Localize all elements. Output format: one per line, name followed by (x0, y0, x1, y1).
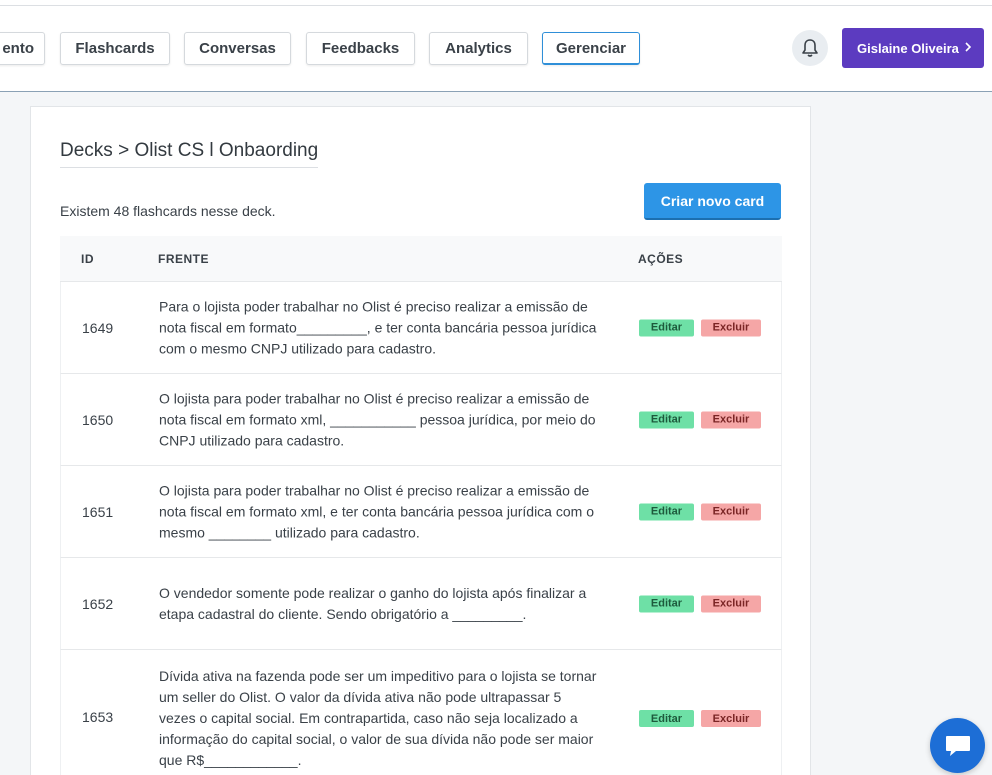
top-navigation-bar: ento Flashcards Conversas Feedbacks Anal… (0, 0, 992, 92)
tab-label: Analytics (445, 40, 512, 57)
tab-label: Feedbacks (321, 40, 400, 57)
table-row: 1650 O lojista para poder trabalhar no O… (60, 374, 782, 466)
row-actions: Editar Excluir (639, 595, 761, 612)
row-front: O vendedor somente pode realizar o ganho… (159, 584, 587, 622)
tab-label: ento (2, 40, 34, 57)
row-id: 1649 (82, 319, 114, 336)
tab-conversas[interactable]: Conversas (184, 32, 291, 65)
delete-button[interactable]: Excluir (701, 411, 761, 428)
row-actions: Editar Excluir (639, 411, 761, 428)
tab-label: Flashcards (75, 40, 155, 57)
tab-feedbacks[interactable]: Feedbacks (306, 32, 415, 65)
user-name: Gislaine Oliveira (857, 40, 959, 56)
tab-gerenciar[interactable]: Gerenciar (542, 32, 640, 65)
deck-card: Decks > Olist CS l Onbaording Existem 48… (30, 106, 811, 775)
edit-button[interactable]: Editar (639, 503, 694, 520)
delete-button[interactable]: Excluir (701, 595, 761, 612)
row-id: 1653 (82, 709, 114, 725)
row-actions: Editar Excluir (639, 319, 761, 336)
flashcard-count: Existem 48 flashcards nesse deck. (60, 203, 276, 219)
row-actions: Editar Excluir (639, 710, 761, 727)
table-row: 1653 Dívida ativa na fazenda pode ser um… (60, 650, 782, 775)
tab-analytics[interactable]: Analytics (429, 32, 528, 65)
row-id: 1650 (82, 411, 114, 428)
row-front: Dívida ativa na fazenda pode ser um impe… (159, 668, 597, 768)
tab-partial[interactable]: ento (0, 32, 45, 65)
header-id: ID (81, 252, 94, 266)
row-id: 1652 (82, 595, 114, 612)
table-row: 1651 O lojista para poder trabalhar no O… (60, 466, 782, 558)
row-front: Para o lojista poder trabalhar no Olist … (159, 298, 597, 356)
edit-button[interactable]: Editar (639, 411, 694, 428)
tab-label: Gerenciar (555, 39, 627, 57)
delete-button[interactable]: Excluir (701, 503, 761, 520)
delete-button[interactable]: Excluir (701, 710, 761, 727)
delete-button[interactable]: Excluir (701, 319, 761, 336)
edit-button[interactable]: Editar (639, 710, 694, 727)
create-card-button[interactable]: Criar novo card (644, 183, 781, 220)
table-header: ID FRENTE AÇÕES (60, 236, 782, 282)
tab-flashcards[interactable]: Flashcards (60, 32, 170, 65)
flashcards-table: ID FRENTE AÇÕES 1649 Para o lojista pode… (60, 236, 782, 775)
top-divider (0, 5, 992, 6)
header-actions: AÇÕES (638, 252, 684, 266)
header-front: FRENTE (158, 252, 209, 266)
user-menu-button[interactable]: Gislaine Oliveira (842, 28, 984, 68)
bell-icon (802, 39, 818, 57)
notifications-button[interactable] (792, 30, 828, 66)
edit-button[interactable]: Editar (639, 595, 694, 612)
row-front: O lojista para poder trabalhar no Olist … (159, 482, 594, 540)
chevron-right-icon (965, 42, 972, 52)
row-front: O lojista para poder trabalhar no Olist … (159, 390, 596, 448)
breadcrumb: Decks > Olist CS l Onbaording (60, 140, 319, 168)
create-card-label: Criar novo card (660, 192, 765, 209)
edit-button[interactable]: Editar (639, 319, 694, 336)
row-id: 1651 (82, 503, 114, 520)
chat-launcher-button[interactable] (930, 718, 985, 773)
row-actions: Editar Excluir (639, 503, 761, 520)
table-row: 1652 O vendedor somente pode realizar o … (60, 558, 782, 650)
tab-label: Conversas (199, 40, 276, 57)
chat-bubble-icon (945, 735, 970, 756)
table-row: 1649 Para o lojista poder trabalhar no O… (60, 282, 782, 374)
